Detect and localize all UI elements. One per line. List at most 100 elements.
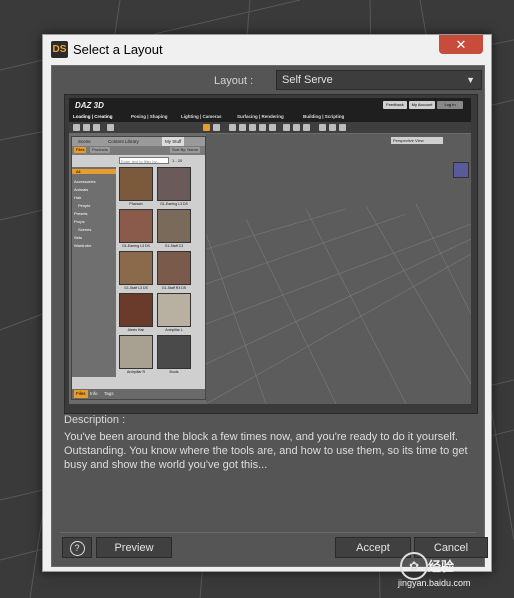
baidu-paw-icon: ✿ xyxy=(400,552,428,580)
new-file-icon xyxy=(73,124,80,131)
category-item: People xyxy=(78,203,91,208)
tool-icon xyxy=(269,124,276,131)
tool-icon xyxy=(319,124,326,131)
thumbnail-caption: Alexis Hair xyxy=(127,328,145,332)
preview-toolbar xyxy=(69,122,471,133)
thumbnail-item: Alexis Hair xyxy=(119,293,153,332)
preview-account-button: My Account xyxy=(409,101,435,109)
thumbnail-item: Pharaoh xyxy=(119,167,153,206)
preview-tab: Surfacing | Rendering xyxy=(237,114,284,119)
import-icon xyxy=(107,124,114,131)
preview-menubar: DAZ 3D Feedback My Account Log In Loadin… xyxy=(69,98,471,123)
page-count: 1 - 20 xyxy=(172,158,183,163)
library-filter-input: Enter text to filter by... xyxy=(119,157,169,164)
thumbnail-caption: Boots xyxy=(169,370,179,374)
preview-login-button: Log In xyxy=(437,101,463,109)
preview-tabs: Loading | Creating Posing | Shaping Ligh… xyxy=(69,112,471,123)
chevron-down-icon: ▼ xyxy=(466,75,475,85)
select-layout-dialog: DS Select a Layout ✕ Layout : Self Serve… xyxy=(42,34,492,572)
category-item: Hair xyxy=(74,195,82,200)
thumbnail-caption: G1-Staff L3 DS xyxy=(124,286,148,290)
category-item: All xyxy=(72,169,116,174)
thumbnail-caption: G1-Earring L3 DS xyxy=(122,244,150,248)
view-cube-icon xyxy=(453,162,469,178)
layout-preview-image: DAZ 3D Feedback My Account Log In Loadin… xyxy=(69,98,471,404)
category-item: Presets xyxy=(74,211,88,216)
library-tabs: Scene Content Library My Stuff xyxy=(72,137,205,146)
window-title: Select a Layout xyxy=(73,42,163,57)
open-file-icon xyxy=(83,124,90,131)
category-list: All Accessories Animals Hair People Pres… xyxy=(72,167,116,377)
thumbnail-caption: G1-Staff C3 xyxy=(164,244,184,248)
library-subtabs: Files Products Sort By: Name xyxy=(72,146,205,155)
layout-dropdown[interactable]: Self Serve ▼ xyxy=(276,70,482,90)
library-footer: Files Info Tags xyxy=(72,389,205,399)
watermark-site: 经验 xyxy=(428,559,455,574)
viewport-camera-dropdown: Perspective View xyxy=(391,137,443,144)
help-icon: ? xyxy=(69,541,85,556)
category-item: Animals xyxy=(74,187,89,192)
viewport-floor-grid xyxy=(206,203,471,404)
description-label: Description : xyxy=(64,414,126,426)
preview-tab: Building | Scripting xyxy=(303,114,345,119)
tool-icon xyxy=(339,124,346,131)
save-icon xyxy=(93,124,100,131)
preview-viewport: Perspective View xyxy=(206,134,471,404)
thumbnail-item: G1-Staff C3 xyxy=(157,209,191,248)
preview-tab: Posing | Shaping xyxy=(131,114,168,119)
baidu-jingyan-watermark: ✿ 经验 jingyan.baidu.com xyxy=(398,552,510,592)
thumbnail-caption: G1-Earring L3 DS xyxy=(160,202,188,206)
tool-icon xyxy=(329,124,336,131)
layout-selected-value: Self Serve xyxy=(282,74,333,86)
thumbnail-caption: Archpillar R xyxy=(126,370,146,374)
thumbnail-caption: G1-Staff R3 DS xyxy=(161,286,187,290)
tool-icon xyxy=(213,124,220,131)
files-subtab: Files xyxy=(74,147,87,153)
library-tab: Content Library xyxy=(108,139,139,144)
tool-icon xyxy=(303,124,310,131)
select-tool-icon xyxy=(203,124,210,131)
close-button[interactable]: ✕ xyxy=(439,35,483,54)
description-text: You've been around the block a few times… xyxy=(64,431,468,471)
category-item: Accessories xyxy=(74,179,96,184)
thumbnail-item: G1-Staff L3 DS xyxy=(119,251,153,290)
footer-tab: Files xyxy=(74,390,88,398)
category-item: Props xyxy=(74,219,85,224)
library-tab: My Stuff xyxy=(162,137,185,146)
layout-preview-frame: DAZ 3D Feedback My Account Log In Loadin… xyxy=(64,94,478,414)
tool-icon xyxy=(229,124,236,131)
tool-icon xyxy=(259,124,266,131)
help-button[interactable]: ? xyxy=(62,537,92,558)
library-tab: Scene xyxy=(78,139,91,144)
category-item: Sets xyxy=(74,235,83,240)
thumbnail-item: G1-Earring L3 DS xyxy=(119,209,153,248)
thumbnail-grid: Pharaoh G1-Earring L3 DS G1-Earring L3 DS G… xyxy=(119,167,197,377)
daz-studio-app-icon: DS xyxy=(51,41,68,58)
layout-label: Layout : xyxy=(214,75,254,87)
thumbnail-item: Archpillar L xyxy=(157,293,191,332)
footer-tab: Tags xyxy=(104,391,114,396)
title-bar[interactable]: DS Select a Layout ✕ xyxy=(43,35,491,65)
thumbnail-item: Archpillar R xyxy=(119,335,153,374)
tool-icon xyxy=(239,124,246,131)
thumbnail-item: Boots xyxy=(157,335,191,374)
thumbnail-item: G1-Staff R3 DS xyxy=(157,251,191,290)
preview-content-library: Scene Content Library My Stuff Files Pro… xyxy=(71,136,206,400)
preview-tab: Lighting | Cameras xyxy=(181,114,222,119)
tool-icon xyxy=(293,124,300,131)
thumbnail-caption: Archpillar L xyxy=(165,328,183,332)
daz-logo: DAZ 3D xyxy=(75,101,104,110)
watermark-url: jingyan.baidu.com xyxy=(398,578,471,588)
preview-feedback-button: Feedback xyxy=(383,101,407,109)
thumbnail-item: G1-Earring L3 DS xyxy=(157,167,191,206)
layout-panel: Layout : Self Serve ▼ DAZ 3D Feedback My… xyxy=(51,65,488,567)
category-item: Wardrobe xyxy=(74,243,92,248)
products-subtab: Products xyxy=(90,147,110,153)
thumbnail-caption: Pharaoh xyxy=(129,202,143,206)
footer-tab: Info xyxy=(90,391,98,396)
category-item: Scenes xyxy=(78,227,92,232)
tool-icon xyxy=(249,124,256,131)
preview-button[interactable]: Preview xyxy=(96,537,172,558)
tool-icon xyxy=(283,124,290,131)
sort-label: Sort By: Name xyxy=(170,147,201,153)
